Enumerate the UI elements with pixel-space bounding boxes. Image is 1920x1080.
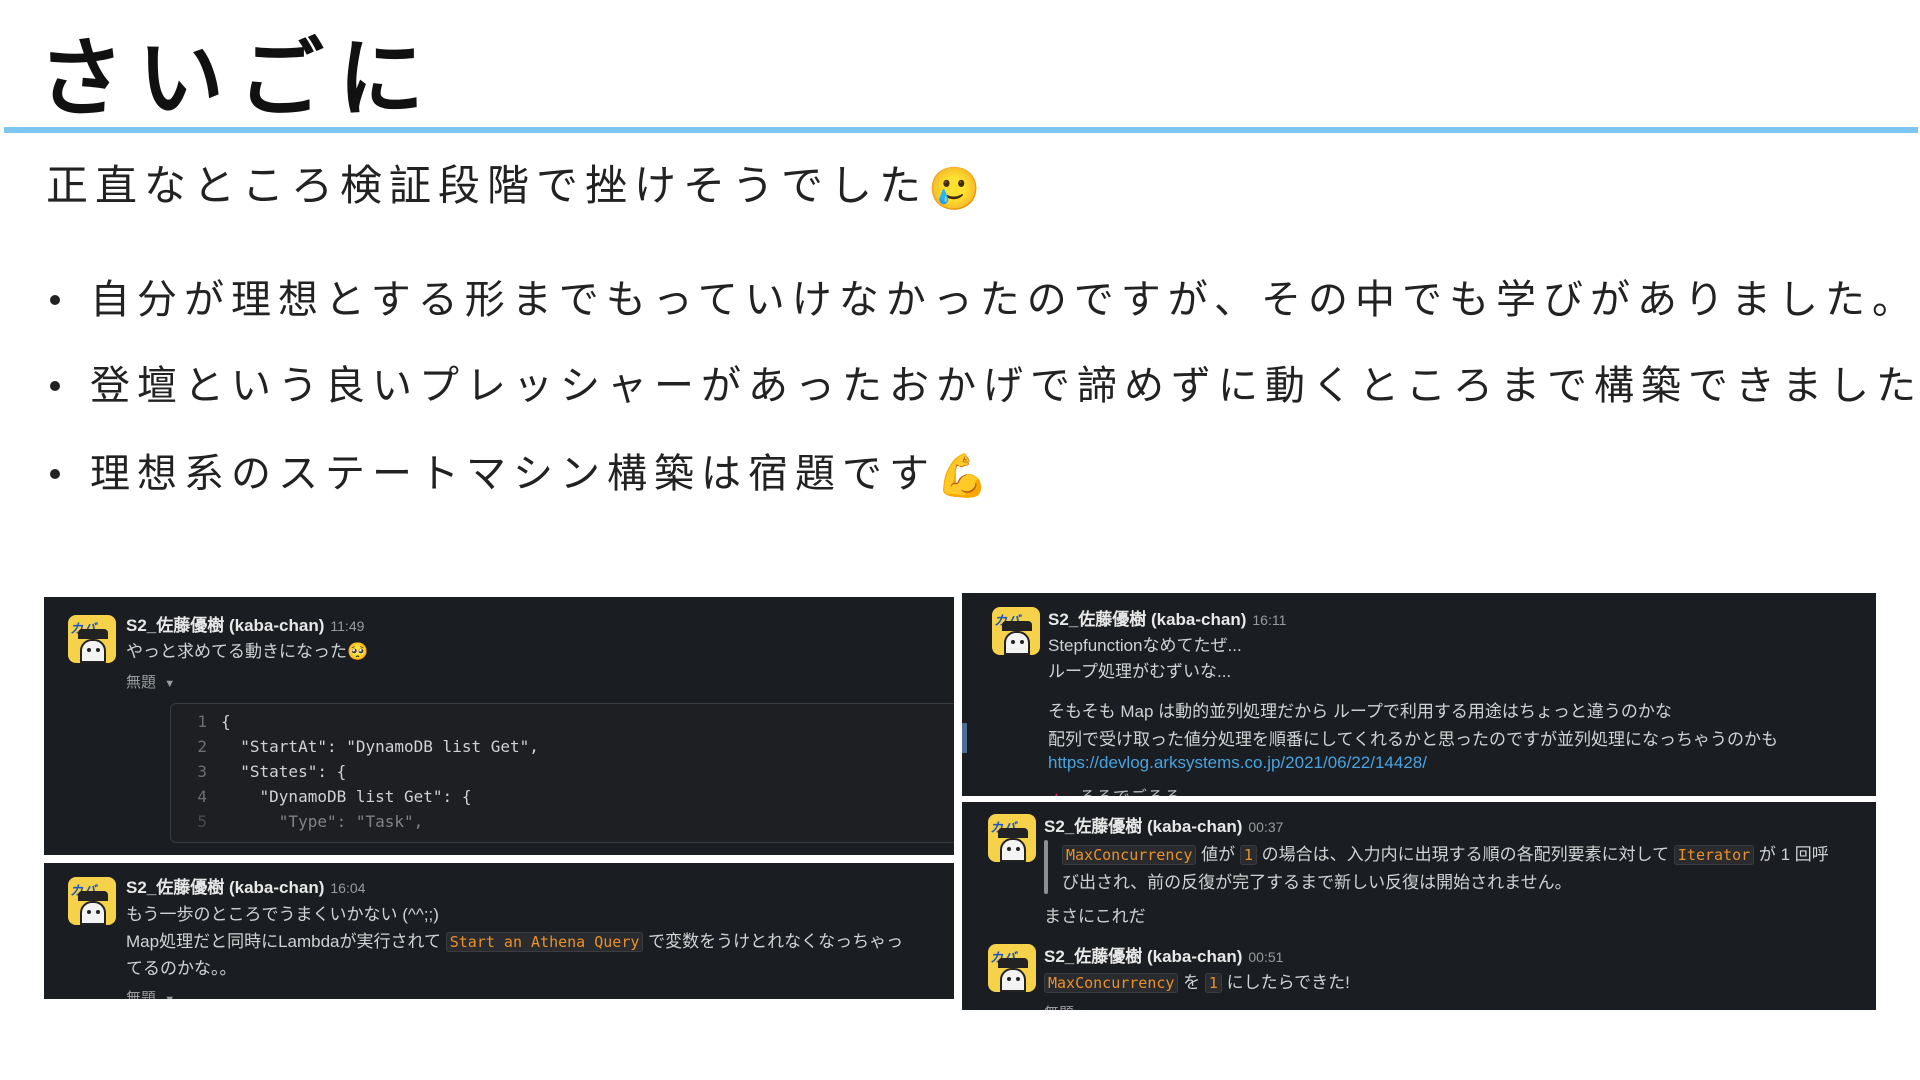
scrollbar-thumb[interactable] — [962, 723, 967, 753]
attachment-toggle[interactable]: 無題 ▼ — [126, 987, 175, 999]
message-link[interactable]: https://devlog.arksystems.co.jp/2021/06/… — [1048, 753, 1427, 773]
bullet-item: 自分が理想とする形までもっていけなかったのですが、その中でも学びがありました。 — [48, 272, 1920, 328]
attachment-toggle[interactable]: 無題 ▼ — [126, 671, 175, 692]
user-name[interactable]: S2_佐藤優樹 (kaba-chan) — [126, 616, 324, 635]
bullet-text: 理想系のステートマシン構築は宿題です — [90, 451, 936, 497]
bullet-list: 自分が理想とする形までもっていけなかったのですが、その中でも学びがありました。 … — [48, 272, 1920, 502]
crying-smile-emoji-icon: 🥲 — [928, 163, 988, 213]
quote-text: び出され、前の反復が完了するまで新しい反復は開始されません。 — [1062, 873, 1572, 892]
slide-title: さいごに — [38, 29, 438, 129]
avatar: カバ — [988, 814, 1036, 862]
message-header: S2_佐藤優樹 (kaba-chan) 16:11 — [1048, 605, 1286, 630]
attachment-label: 無題 — [126, 674, 157, 691]
message-text: まさにこれだ — [1044, 907, 1146, 926]
bullet-item: 登壇という良いプレッシャーがあったおかげで諦めずに動くところまで構築できました。 — [48, 358, 1920, 414]
message-header: S2_佐藤優樹 (kaba-chan) 16:04 — [126, 873, 365, 898]
link-preview-cut: ▲るるでごるる — [1048, 783, 1181, 796]
slack-screenshot-3: カバ S2_佐藤優樹 (kaba-chan) 16:11 Stepfunction… — [962, 593, 1876, 796]
message-text: やっと求めてる動きになった🥺 — [126, 642, 369, 661]
timestamp[interactable]: 16:11 — [1252, 612, 1286, 628]
avatar: カバ — [992, 607, 1040, 655]
timestamp[interactable]: 16:04 — [330, 880, 365, 896]
avatar: カバ — [68, 615, 116, 663]
message-text: 配列で受け取った値分処理を順番にしてくれるかと思ったのですが並列処理になっちゃう… — [1048, 730, 1778, 749]
code-snippet[interactable]: 1{ 2 "StartAt": "DynamoDB list Get", 3 "… — [170, 703, 954, 843]
quote-text: MaxConcurrency 値が 1 の場合は、入力内に出現する順の各配列要素… — [1062, 840, 1829, 865]
bullet-text: 登壇という良いプレッシャーがあったおかげで諦めずに動くところまで構築できました。 — [90, 363, 1920, 409]
inline-code: 1 — [1239, 845, 1257, 865]
timestamp[interactable]: 11:49 — [330, 618, 364, 634]
message-text: てるのかな。。 — [126, 959, 237, 978]
pleading-face-emoji-icon: 🥺 — [347, 642, 369, 661]
subtitle-text: 正直なところ検証段階で挫けそうでした — [46, 161, 929, 210]
user-name[interactable]: S2_佐藤優樹 (kaba-chan) — [1048, 610, 1246, 629]
message-text: もう一歩のところでうまくいかない (^^;;) — [126, 905, 439, 924]
inline-code: Iterator — [1673, 845, 1755, 865]
message-header: S2_佐藤優樹 (kaba-chan) 11:49 — [126, 611, 364, 636]
flexed-biceps-emoji-icon: 💪 — [936, 451, 996, 500]
user-name[interactable]: S2_佐藤優樹 (kaba-chan) — [1044, 947, 1242, 966]
preview-accent-icon: ▲ — [1048, 788, 1065, 796]
message-text: そもそも Map は動的並列処理だから ループで利用する用途はちょっと違うのかな — [1048, 702, 1672, 721]
inline-code: MaxConcurrency — [1062, 845, 1197, 865]
quote-bar — [1044, 840, 1048, 894]
bullet-item: 理想系のステートマシン構築は宿題です💪 — [48, 446, 1920, 502]
timestamp[interactable]: 00:51 — [1248, 949, 1283, 965]
message-text: Map処理だと同時にLambdaが実行されて Start an Athena Q… — [126, 932, 904, 952]
attachment-label: 無題 — [1044, 1002, 1074, 1010]
chevron-down-icon: ▼ — [164, 994, 175, 999]
avatar: カバ — [68, 877, 116, 925]
title-divider — [4, 127, 1918, 133]
slack-screenshot-4: カバ S2_佐藤優樹 (kaba-chan) 00:37 MaxConcurren… — [962, 802, 1876, 1010]
message-text: ループ処理がむずいな... — [1048, 662, 1232, 681]
message-header: S2_佐藤優樹 (kaba-chan) 00:37 — [1044, 812, 1283, 837]
message-text: MaxConcurrency を 1 にしたらできた! — [1044, 968, 1350, 993]
avatar: カバ — [988, 944, 1036, 992]
slide-subtitle: 正直なところ検証段階で挫けそうでした🥲 — [46, 158, 987, 214]
timestamp[interactable]: 00:37 — [1248, 819, 1283, 835]
chevron-down-icon: ▼ — [164, 678, 176, 690]
bullet-text: 自分が理想とする形までもっていけなかったのですが、その中でも学びがありました。 — [90, 277, 1919, 323]
user-name[interactable]: S2_佐藤優樹 (kaba-chan) — [1044, 817, 1242, 836]
user-name[interactable]: S2_佐藤優樹 (kaba-chan) — [126, 878, 324, 897]
inline-code: MaxConcurrency — [1044, 973, 1179, 993]
inline-code: 1 — [1204, 973, 1222, 993]
message-text: Stepfunctionなめてたぜ... — [1048, 636, 1242, 655]
message-header: S2_佐藤優樹 (kaba-chan) 00:51 — [1044, 942, 1283, 967]
inline-code: Start an Athena Query — [445, 932, 644, 952]
slack-screenshot-2: カバ S2_佐藤優樹 (kaba-chan) 16:04 もう一歩のところでうまく… — [44, 863, 954, 999]
attachment-label: 無題 — [126, 990, 157, 999]
slack-screenshot-1: カバ S2_佐藤優樹 (kaba-chan) 11:49 やっと求めてる動きになっ… — [44, 597, 954, 855]
